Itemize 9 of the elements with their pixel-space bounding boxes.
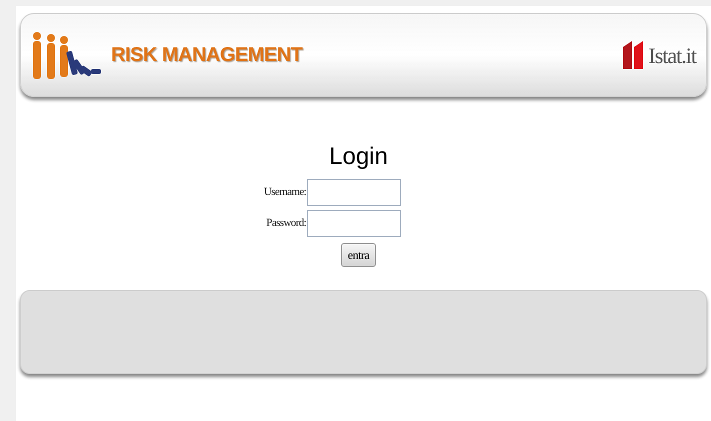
brand-name: Istat.it <box>648 42 696 70</box>
input-field[interactable] <box>307 210 402 237</box>
field-label: Username: <box>264 185 306 200</box>
field-label: Password: <box>266 216 306 232</box>
building-logo-icon <box>623 41 646 69</box>
login-heading: Login <box>329 143 388 171</box>
submit-button[interactable]: entra <box>340 243 376 267</box>
app-title: RISK MANAGEMENT <box>111 43 302 68</box>
input-field[interactable] <box>307 179 402 206</box>
